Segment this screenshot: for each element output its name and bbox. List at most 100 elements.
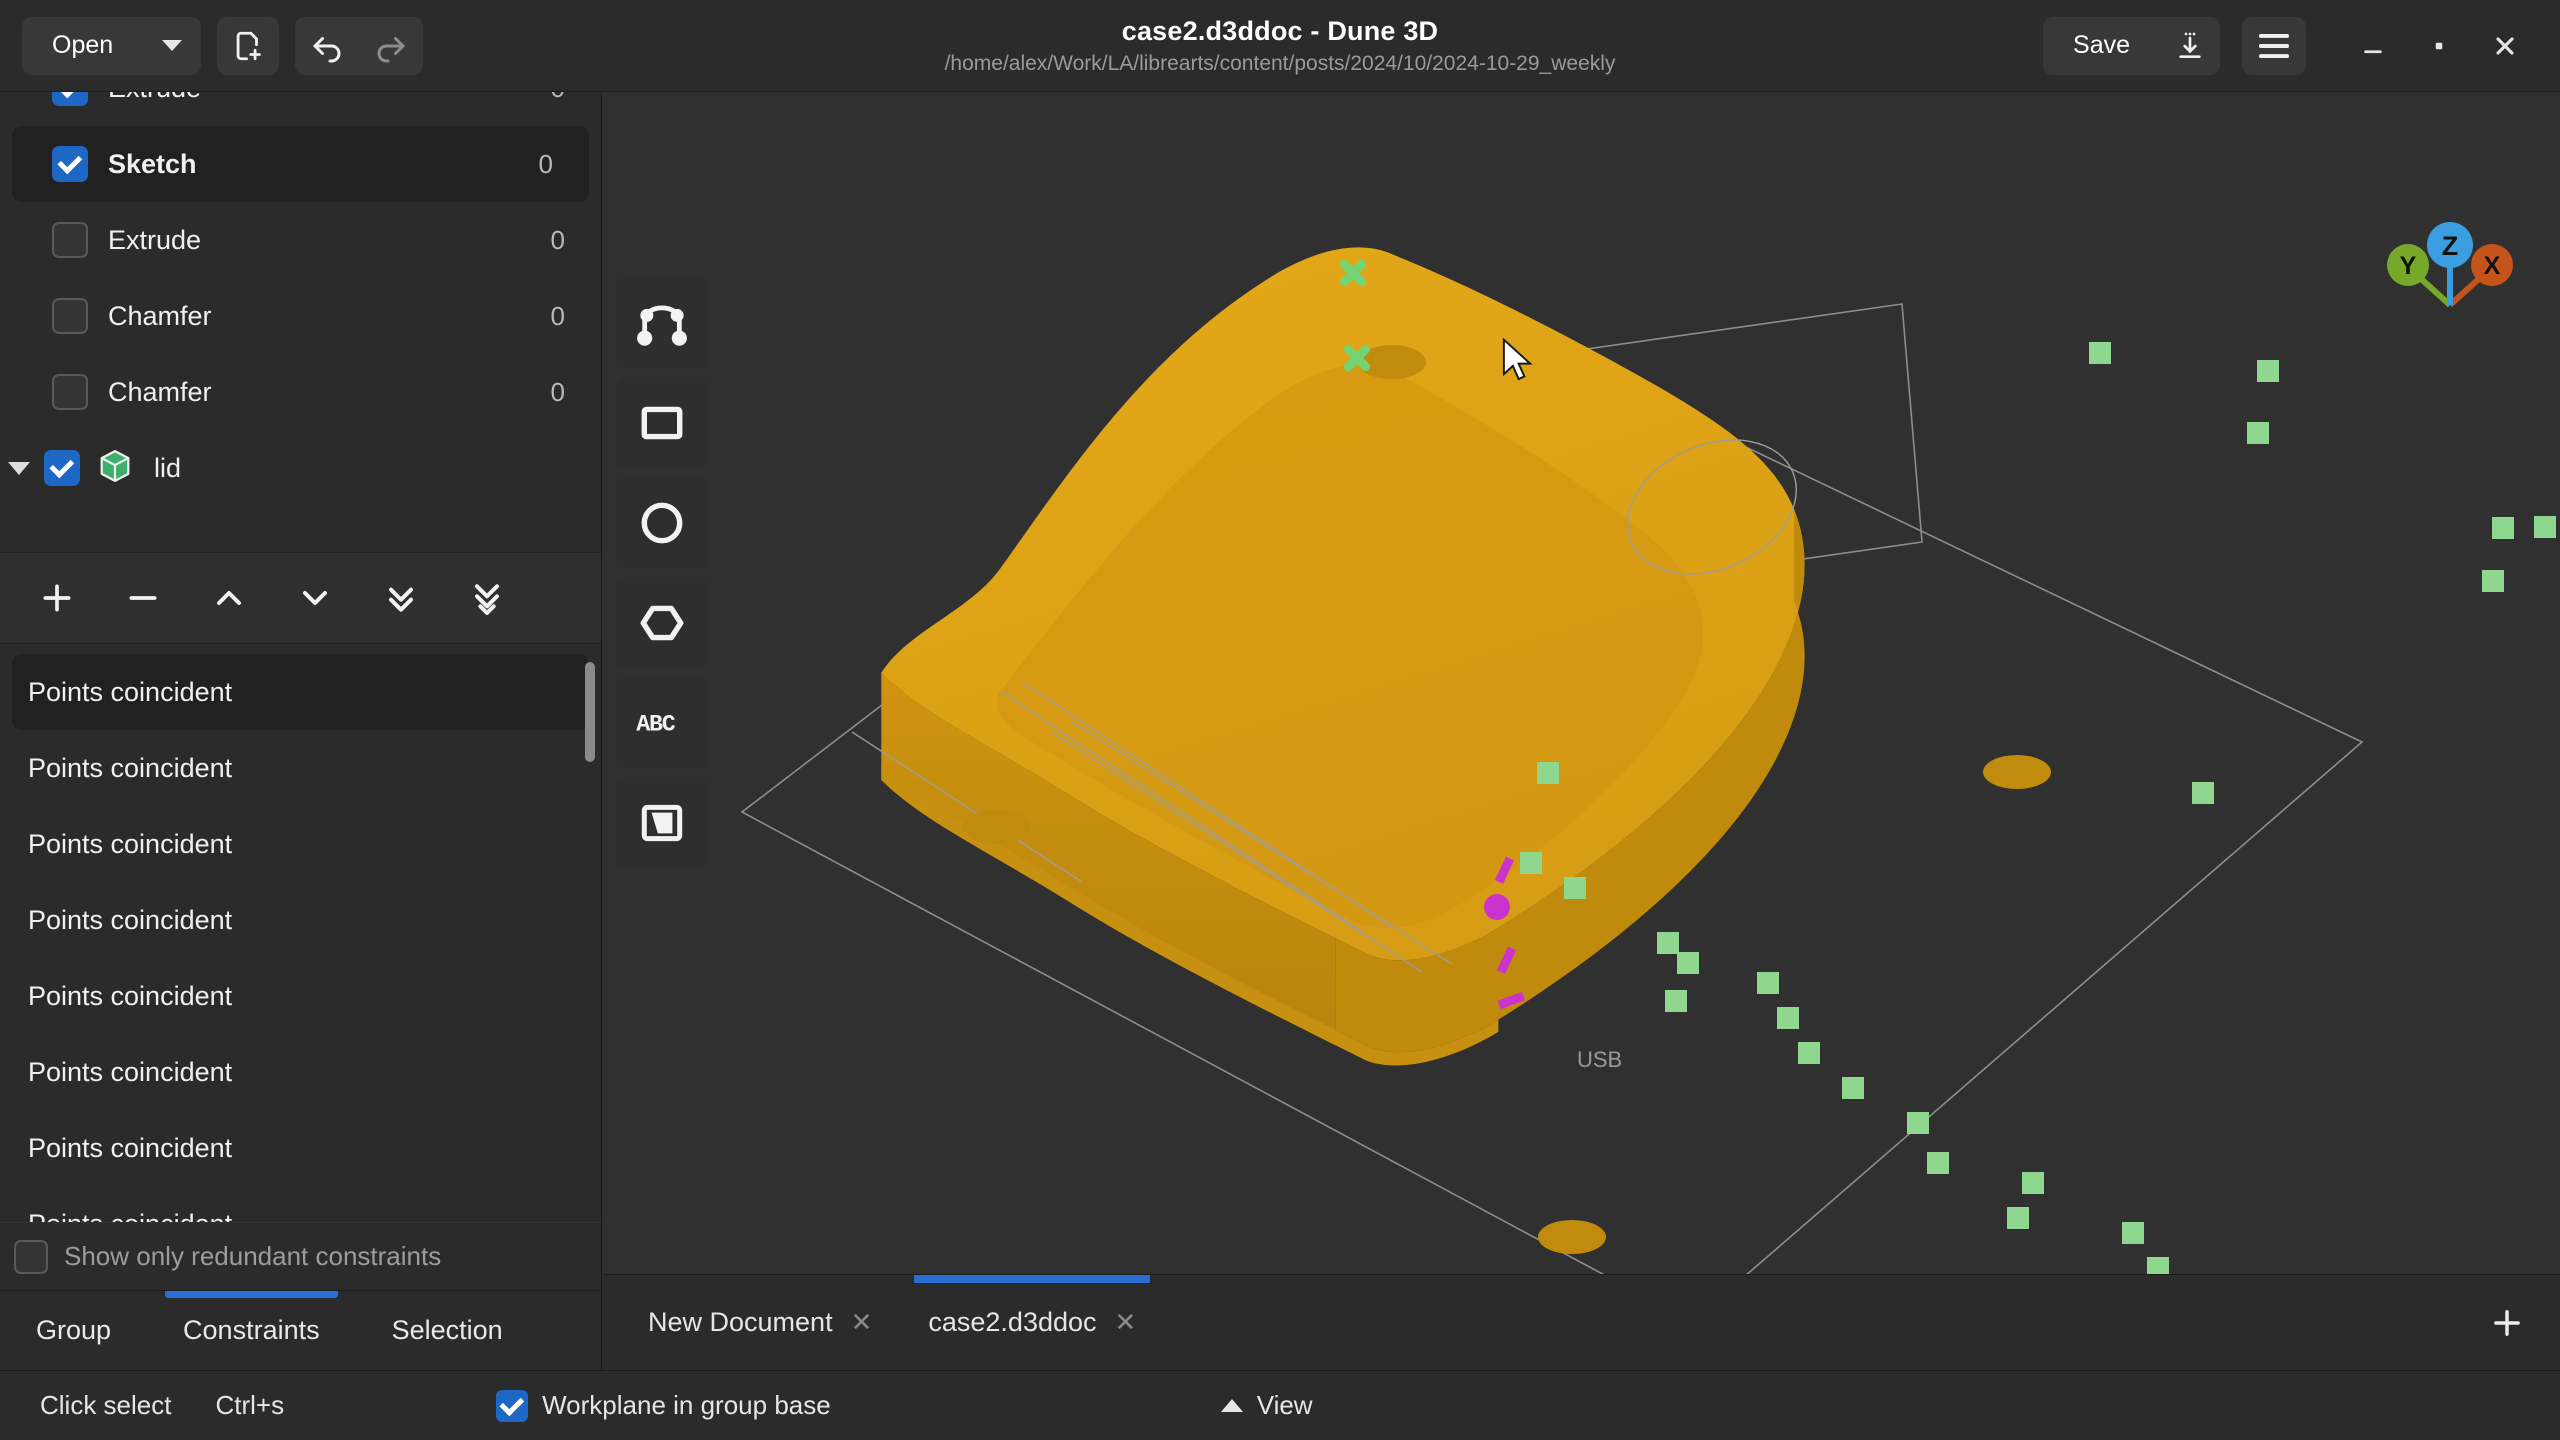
- constraint-list-item[interactable]: Points coincident: [0, 730, 601, 806]
- move-to-bottom-button[interactable]: [444, 563, 530, 633]
- constraint-label: Points coincident: [28, 904, 233, 935]
- move-up-button[interactable]: [186, 563, 272, 633]
- constraint-label: Points coincident: [28, 1209, 232, 1223]
- tree-row[interactable]: lid: [0, 430, 601, 506]
- status-mode: Click select: [40, 1390, 172, 1420]
- close-icon[interactable]: ✕: [1115, 1307, 1137, 1338]
- tree-row-checkbox[interactable]: [44, 450, 80, 486]
- doc-tab-case2[interactable]: case2.d3ddoc ✕: [900, 1275, 1164, 1370]
- tree-row[interactable]: Chamfer 0: [0, 278, 601, 354]
- tree-row-checkbox[interactable]: [52, 92, 88, 106]
- doc-tab-new-document[interactable]: New Document ✕: [620, 1275, 900, 1370]
- open-button[interactable]: Open: [22, 16, 144, 75]
- hamburger-menu-icon: [2259, 33, 2289, 58]
- new-document-button[interactable]: [217, 16, 280, 75]
- tab-selection[interactable]: Selection: [356, 1291, 539, 1370]
- tree-row-checkbox[interactable]: [52, 146, 88, 182]
- dune3d-window: Open case2.d3ddoc - Dune 3D /home/alex/W…: [0, 0, 2560, 1440]
- workplane-checkbox[interactable]: [496, 1389, 529, 1422]
- doc-tab-label: New Document: [648, 1307, 833, 1337]
- expander-triangle-icon[interactable]: [8, 461, 30, 475]
- tree-row[interactable]: Extrude 0: [0, 202, 601, 278]
- tree-row[interactable]: Chamfer 0: [0, 354, 601, 430]
- circle-icon: [641, 502, 683, 544]
- undo-redo-group: [295, 16, 424, 75]
- constraint-label: Points coincident: [28, 1132, 233, 1163]
- draw-circle-tool[interactable]: [616, 477, 708, 569]
- show-redundant-checkbox[interactable]: [14, 1239, 48, 1274]
- tree-row-label: Sketch: [108, 148, 197, 179]
- constraints-scrollbar[interactable]: [585, 662, 595, 762]
- status-bar: Click select Ctrl+s Workplane in group b…: [0, 1370, 2560, 1440]
- document-tab-bar: New Document ✕ case2.d3ddoc ✕: [602, 1274, 2560, 1370]
- open-dropdown-button[interactable]: [143, 16, 202, 75]
- tab-constraints[interactable]: Constraints: [147, 1291, 356, 1370]
- constraints-list[interactable]: Points coincident Points coincident Points…: [0, 644, 601, 1222]
- draw-text-tool[interactable]: ABC: [616, 677, 708, 769]
- save-button-group: Save: [2043, 16, 2220, 75]
- status-shortcut: Ctrl+s: [215, 1390, 285, 1420]
- constraint-label: Points coincident: [28, 752, 233, 783]
- constraint-list-item[interactable]: Points coincident: [0, 958, 601, 1034]
- document-path: /home/alex/Work/LA/librearts/content/pos…: [944, 51, 1616, 75]
- remove-group-button[interactable]: [100, 563, 186, 633]
- green-cube-icon: [96, 447, 134, 490]
- redo-button[interactable]: [359, 16, 424, 75]
- draw-bezier-tool[interactable]: [616, 277, 708, 369]
- view-menu-button[interactable]: View: [1220, 1390, 1313, 1421]
- tree-row-checkbox[interactable]: [52, 374, 88, 410]
- add-document-tab-button[interactable]: [2472, 1288, 2542, 1358]
- left-panel-tabs: Group Constraints Selection: [0, 1290, 601, 1370]
- group-tree[interactable]: Extrude 0 Sketch 0 Extrude 0 Chamfer 0 Chamfer 0 l…: [0, 92, 601, 552]
- maximize-icon: [2435, 42, 2443, 49]
- left-panel: Extrude 0 Sketch 0 Extrude 0 Chamfer 0 Chamfer 0 l…: [0, 92, 602, 1370]
- page-title: case2.d3ddoc - Dune 3D: [1121, 15, 1439, 46]
- move-down-button[interactable]: [272, 563, 358, 633]
- tree-row-count: 0: [538, 148, 553, 179]
- 3d-canvas[interactable]: USB ABC Y X Z: [602, 92, 2560, 1274]
- move-to-end-down-button[interactable]: [358, 563, 444, 633]
- constraint-list-item[interactable]: Points coincident: [0, 1110, 601, 1186]
- rectangle-icon: [641, 406, 683, 440]
- bezier-path-icon: [637, 305, 687, 346]
- tree-row[interactable]: Extrude 0: [0, 92, 601, 126]
- undo-arrow-icon: [313, 36, 341, 62]
- show-redundant-row[interactable]: Show only redundant constraints: [0, 1222, 601, 1290]
- tree-row[interactable]: Sketch 0: [12, 126, 589, 202]
- constraint-label: Points coincident: [28, 828, 233, 859]
- draw-polygon-tool[interactable]: [616, 577, 708, 669]
- group-tree-toolbar: [0, 552, 601, 644]
- close-button[interactable]: [2472, 13, 2538, 79]
- save-as-button[interactable]: [2160, 16, 2220, 75]
- constraint-list-item[interactable]: Points coincident: [0, 806, 601, 882]
- maximize-button[interactable]: [2406, 13, 2472, 79]
- header-right-controls: Save: [2043, 13, 2538, 79]
- undo-button[interactable]: [295, 16, 360, 75]
- main-menu-button[interactable]: [2242, 16, 2306, 75]
- new-document-icon: [236, 31, 261, 60]
- usb-engraving-label: USB: [1577, 1047, 1622, 1072]
- minus-icon: [129, 596, 157, 600]
- draw-rounded-tool[interactable]: [616, 777, 708, 869]
- tree-row-label: Chamfer: [108, 300, 212, 331]
- add-group-button[interactable]: [14, 563, 100, 633]
- constraint-list-item[interactable]: Points coincident: [0, 882, 601, 958]
- sketch-tool-palette: ABC: [616, 277, 708, 869]
- tab-group[interactable]: Group: [0, 1291, 147, 1370]
- view-label: View: [1256, 1390, 1313, 1420]
- workplane-label: Workplane in group base: [542, 1390, 831, 1420]
- axis-gizmo[interactable]: Y X Z: [2385, 217, 2515, 327]
- tree-row-label: Chamfer: [108, 376, 212, 407]
- workplane-toggle[interactable]: Workplane in group base: [496, 1389, 831, 1422]
- constraint-list-item[interactable]: Points coincident: [12, 654, 589, 730]
- constraint-list-item[interactable]: Points coincident: [0, 1034, 601, 1110]
- double-chevron-down-icon: [389, 587, 413, 612]
- close-icon[interactable]: ✕: [851, 1307, 873, 1338]
- constraint-list-item[interactable]: Points coincident: [0, 1186, 601, 1223]
- save-button[interactable]: Save: [2043, 16, 2160, 75]
- minimize-button[interactable]: [2340, 13, 2406, 79]
- draw-rectangle-tool[interactable]: [616, 377, 708, 469]
- tree-row-checkbox[interactable]: [52, 222, 88, 258]
- mouse-cursor: [1502, 338, 1533, 381]
- tree-row-checkbox[interactable]: [52, 298, 88, 334]
